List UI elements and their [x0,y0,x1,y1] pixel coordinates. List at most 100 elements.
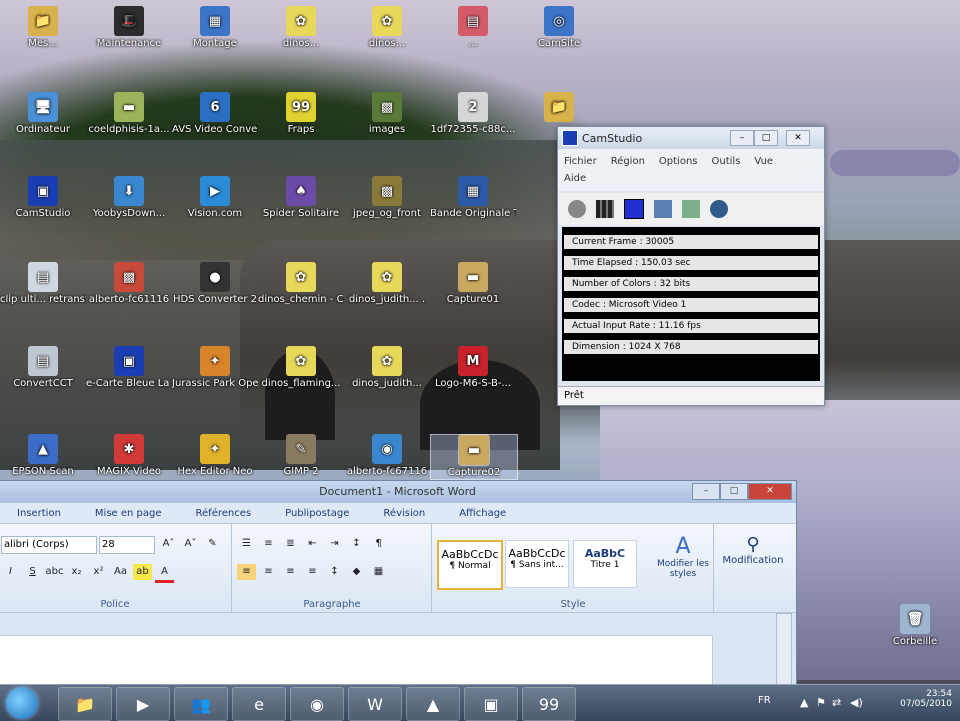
desktop-icon[interactable]: ✿ dinos... [258,6,344,50]
menu-outils[interactable]: Outils [712,153,741,170]
style-title-1[interactable]: AaBbC Titre 1 [573,540,637,588]
desktop-icon[interactable]: 🎩 Maintenance [86,6,172,50]
tab-references[interactable]: Références [196,508,252,519]
shrink-font-button[interactable]: A˅ [181,536,200,552]
network-icon[interactable]: ⇄ [832,696,841,709]
camstudio-titlebar[interactable]: CamStudio [558,127,824,149]
pause-icon[interactable] [596,200,614,218]
desktop-icon[interactable]: 6 AVS Video Converter 6 [172,92,258,136]
fraps-taskbar-icon[interactable]: 99 [522,687,576,721]
tab-affichage[interactable]: Affichage [459,508,506,519]
menu-vue[interactable]: Vue [754,153,773,170]
increase-indent-button[interactable]: ⇥ [325,536,344,552]
word-minimize-button[interactable]: – [692,483,720,500]
word-close-button[interactable]: ✕ [748,483,792,500]
menu-options[interactable]: Options [659,153,698,170]
menu-fichier[interactable]: Fichier [564,153,597,170]
region-icon[interactable] [654,200,672,218]
font-color-button[interactable]: A [155,564,174,583]
align-right-button[interactable]: ≡ [281,564,300,580]
desktop-icon[interactable]: ▤ ConvertCCT [0,346,86,390]
desktop-icon[interactable]: ▬ Capture01 [430,262,516,306]
language-indicator[interactable]: FR [758,695,771,706]
desktop-icon[interactable]: ✦ Jurassic Park Operation [172,346,258,390]
firefox-taskbar-icon[interactable]: ◉ [290,687,344,721]
strikethrough-button[interactable]: abc [45,564,64,580]
desktop-icon[interactable]: ▤... [430,6,516,50]
volume-icon[interactable]: ◀) [850,696,863,709]
desktop-icon[interactable]: ▩ jpeg_og_front [344,176,430,220]
desktop-icon[interactable]: ▩ alberto-fc61116 [86,262,172,306]
word-titlebar[interactable]: Document1 - Microsoft Word – □ ✕ [0,481,796,503]
sort-button[interactable]: ↕ [347,536,366,552]
messenger-taskbar-icon[interactable]: 👥 [174,687,228,721]
vlc-taskbar-icon[interactable]: ▲ [406,687,460,721]
superscript-button[interactable]: x² [89,564,108,580]
stop-icon[interactable] [624,199,644,219]
start-button[interactable] [6,687,38,719]
justify-button[interactable]: ≡ [303,564,322,580]
desktop-icon[interactable]: ▬ Capture02 [430,434,518,480]
camstudio-window[interactable]: CamStudio – □ ✕ Fichier Région Options O… [557,126,825,406]
tab-publipostage[interactable]: Publipostage [285,508,349,519]
word-maximize-button[interactable]: □ [720,483,748,500]
desktop-icon[interactable]: ✿ dinos_judith... . [344,262,430,306]
bullets-button[interactable]: ☰ [237,536,256,552]
menu-aide[interactable]: Aide [564,170,586,187]
desktop-icon[interactable]: 2 1df72355-c88c... [430,92,516,136]
clear-format-button[interactable]: ✎ [203,536,222,552]
vertical-scrollbar[interactable] [776,613,792,685]
underline-button[interactable]: S [23,564,42,580]
desktop-icon[interactable]: ✿ dinos... [344,6,430,50]
desktop-icon[interactable]: ▦ Montage [172,6,258,50]
tab-insertion[interactable]: Insertion [17,508,61,519]
desktop-icon[interactable]: ♠ Spider Solitaire [258,176,344,220]
style-normal[interactable]: AaBbCcDc ¶ Normal [437,540,503,590]
tab-mise-en-page[interactable]: Mise en page [95,508,162,519]
desktop-icon[interactable]: ▤ clip ulti... retransformer [0,262,86,306]
desktop-icon[interactable]: 📁 [516,92,602,124]
highlight-button[interactable]: ab [133,564,152,580]
align-center-button[interactable]: ≡ [259,564,278,580]
numbering-button[interactable]: ≡ [259,536,278,552]
modification-button[interactable]: ⚲ Modification [719,534,787,566]
font-size-select[interactable]: 28 [99,536,155,554]
case-button[interactable]: Aa [111,564,130,580]
minimize-button[interactable]: – [730,130,754,146]
desktop-icon[interactable]: 99 Fraps [258,92,344,136]
line-spacing-button[interactable]: ↕ [325,564,344,580]
menu-region[interactable]: Région [611,153,645,170]
desktop-icon[interactable]: 🗑 Corbeille [872,604,958,648]
modify-styles-button[interactable]: A Modifier les styles [655,534,711,579]
word-window[interactable]: Document1 - Microsoft Word – □ ✕ Inserti… [0,480,797,697]
desktop-icon[interactable]: ▬ coeldphisis-1a... [86,92,172,136]
desktop-icon[interactable]: ✦ Hex Editor Neo [172,434,258,478]
align-left-button[interactable]: ≡ [237,564,256,580]
borders-button[interactable]: ▦ [369,564,388,580]
record-icon[interactable] [568,200,586,218]
desktop-icon[interactable]: ✱ MAGIX Video [86,434,172,478]
desktop-icon[interactable]: ✿ dinos_chemin - Copie - Copie [258,262,344,306]
desktop-icon[interactable]: ✿ dinos_flaming... [258,346,344,390]
italic-button[interactable]: I [1,564,20,580]
desktop-icon[interactable]: ● HDS Converter 2 [172,262,258,306]
grow-font-button[interactable]: A˄ [159,536,178,552]
decrease-indent-button[interactable]: ⇤ [303,536,322,552]
desktop-icon[interactable]: ▦ Bande Originale Taxi 4 [430,176,516,220]
style-no-spacing[interactable]: AaBbCcDc ¶ Sans int... [505,540,569,588]
camstudio-taskbar-icon[interactable]: ▣ [464,687,518,721]
desktop-icon[interactable]: ◎ CamSite [516,6,602,50]
internet-explorer-taskbar-icon[interactable]: e [232,687,286,721]
annotation-icon[interactable] [682,200,700,218]
desktop-icon[interactable]: ✎ GIMP 2 [258,434,344,478]
explorer-taskbar-icon[interactable]: 📁 [58,687,112,721]
desktop-icon[interactable]: ◉ alberto-fc67116 [344,434,430,478]
multilevel-button[interactable]: ≣ [281,536,300,552]
flag-icon[interactable]: ⚑ [816,696,826,709]
desktop-icon[interactable]: ▩ images [344,92,430,136]
font-name-select[interactable]: alibri (Corps) [1,536,97,554]
media-player-taskbar-icon[interactable]: ▶ [116,687,170,721]
desktop-icon[interactable]: ▶ Vision.com [172,176,258,220]
subscript-button[interactable]: x₂ [67,564,86,580]
pilcrow-button[interactable]: ¶ [369,536,388,552]
